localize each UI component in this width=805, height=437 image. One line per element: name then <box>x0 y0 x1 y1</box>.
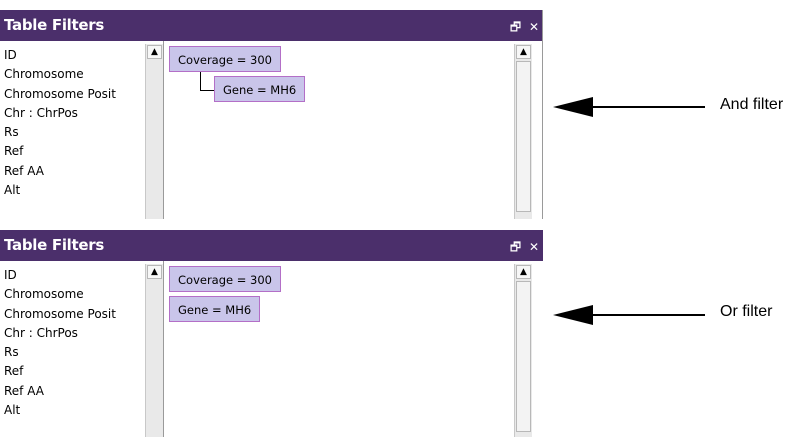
panel-titlebar[interactable]: Table Filters 🗗 ✕ <box>0 230 543 261</box>
filter-chip-gene[interactable]: Gene = MH6 <box>214 76 306 102</box>
filter-tree-scrollbar[interactable]: ▲ <box>514 44 532 219</box>
scroll-up-arrow-icon[interactable]: ▲ <box>516 45 531 59</box>
pane-divider <box>163 41 164 219</box>
left-arrow-icon <box>553 97 705 117</box>
left-arrow-icon <box>553 305 705 325</box>
or-filter-annotation: Or filter <box>720 303 773 320</box>
field-item-chromosome-position[interactable]: Chromosome Posit <box>4 85 144 104</box>
scroll-thumb[interactable] <box>516 61 531 212</box>
close-icon[interactable]: ✕ <box>529 20 539 34</box>
filter-tree-scrollbar[interactable]: ▲ <box>514 264 532 437</box>
field-item-ref[interactable]: Ref <box>4 362 144 381</box>
scroll-up-arrow-icon[interactable]: ▲ <box>516 265 531 279</box>
field-item-ref-aa[interactable]: Ref AA <box>4 382 144 401</box>
filter-tree-area[interactable]: Coverage = 300 Gene = MH6 <box>166 44 512 219</box>
field-item-ref[interactable]: Ref <box>4 142 144 161</box>
restore-icon[interactable]: 🗗 <box>510 18 521 39</box>
table-filters-panel-or: Table Filters 🗗 ✕ ID Chromosome Chromoso… <box>0 230 543 437</box>
filter-chip-gene[interactable]: Gene = MH6 <box>169 296 261 322</box>
scroll-up-arrow-icon[interactable]: ▲ <box>147 265 162 279</box>
restore-icon[interactable]: 🗗 <box>510 238 521 259</box>
field-list: ID Chromosome Chromosome Posit Chr : Chr… <box>4 266 144 420</box>
and-filter-annotation: And filter <box>720 96 784 113</box>
field-item-chromosome[interactable]: Chromosome <box>4 65 144 84</box>
panel-title: Table Filters <box>4 16 104 34</box>
field-item-rs[interactable]: Rs <box>4 123 144 142</box>
field-item-id[interactable]: ID <box>4 266 144 285</box>
field-list: ID Chromosome Chromosome Posit Chr : Chr… <box>4 46 144 200</box>
filter-chip-coverage[interactable]: Coverage = 300 <box>169 46 281 72</box>
table-filters-panel-and: Table Filters 🗗 ✕ ID Chromosome Chromoso… <box>0 10 543 219</box>
panel-titlebar[interactable]: Table Filters 🗗 ✕ <box>0 10 543 41</box>
panel-title: Table Filters <box>4 236 104 254</box>
field-item-chr-chrpos[interactable]: Chr : ChrPos <box>4 324 144 343</box>
scroll-up-arrow-icon[interactable]: ▲ <box>147 45 162 59</box>
field-item-chromosome[interactable]: Chromosome <box>4 285 144 304</box>
field-item-alt[interactable]: Alt <box>4 401 144 420</box>
field-item-chromosome-position[interactable]: Chromosome Posit <box>4 305 144 324</box>
and-connector-line <box>200 72 215 91</box>
field-item-ref-aa[interactable]: Ref AA <box>4 162 144 181</box>
pane-divider <box>163 261 164 437</box>
field-item-rs[interactable]: Rs <box>4 343 144 362</box>
scroll-thumb[interactable] <box>516 281 531 432</box>
filter-chip-coverage[interactable]: Coverage = 300 <box>169 266 281 292</box>
field-item-chr-chrpos[interactable]: Chr : ChrPos <box>4 104 144 123</box>
field-item-alt[interactable]: Alt <box>4 181 144 200</box>
filter-tree-area[interactable]: Coverage = 300 Gene = MH6 <box>166 264 512 437</box>
field-item-id[interactable]: ID <box>4 46 144 65</box>
close-icon[interactable]: ✕ <box>529 240 539 254</box>
field-list-scrollbar[interactable]: ▲ <box>145 44 163 219</box>
field-list-scrollbar[interactable]: ▲ <box>145 264 163 437</box>
panel-right-border <box>542 10 543 219</box>
